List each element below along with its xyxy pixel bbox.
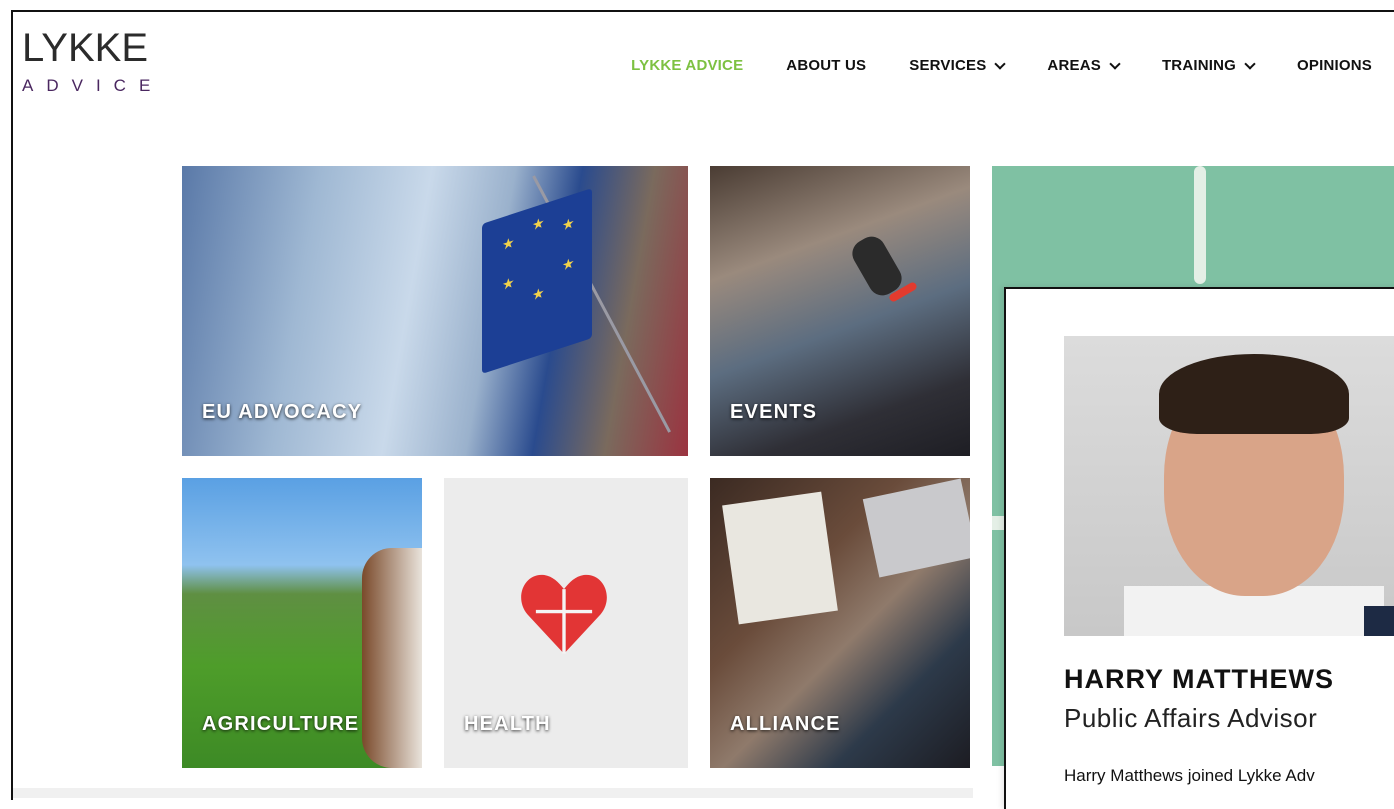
tile-events[interactable]: EVENTS [710, 166, 970, 456]
tile-label: EVENTS [730, 401, 818, 423]
nav-label: ABOUT US [786, 57, 867, 74]
tile-alliance[interactable]: ALLIANCE [710, 478, 970, 768]
nav-item-areas[interactable]: AREAS [1047, 57, 1121, 74]
document-graphic [722, 491, 838, 625]
decorative-tube [1194, 166, 1206, 284]
tile-eu-advocacy[interactable]: ★ ★ ★ ★ ★ ★ EU ADVOCACY [182, 166, 688, 456]
tile-label: HEALTH [464, 713, 551, 735]
logo-tagline: ADVICE [22, 76, 164, 95]
profile-photo-hair [1159, 354, 1349, 434]
logo[interactable]: LYKKE ADVICE [22, 28, 163, 96]
profile-photo-jacket [1364, 606, 1394, 636]
cow-graphic [362, 548, 422, 768]
laptop-graphic [862, 478, 970, 578]
frame-left-border [11, 10, 13, 800]
tile-label: EU ADVOCACY [202, 401, 363, 423]
profile-role: Public Affairs Advisor [1064, 703, 1318, 733]
profile-name: HARRY MATTHEWS [1064, 664, 1334, 694]
chevron-down-icon [994, 57, 1007, 70]
tile-agriculture[interactable]: AGRICULTURE [182, 478, 422, 768]
nav-label: OPINIONS [1297, 57, 1372, 74]
profile-bio: Harry Matthews joined Lykke Adv [1064, 766, 1315, 785]
heart-icon [521, 574, 607, 654]
tile-label: AGRICULTURE [202, 713, 360, 735]
nav-label: TRAINING [1161, 57, 1237, 74]
nav-item-lykke-advice[interactable]: LYKKE ADVICE [631, 57, 743, 74]
tile-label: ALLIANCE [730, 713, 841, 735]
tile-health[interactable]: HEALTH [444, 478, 688, 768]
chevron-down-icon [1244, 57, 1256, 70]
nav-item-opinions[interactable]: OPINIONS [1297, 57, 1372, 74]
main-nav: LYKKE ADVICE ABOUT US SERVICES AREAS TRA… [588, 57, 1372, 74]
profile-card: HARRY MATTHEWS Public Affairs Advisor Ha… [1004, 287, 1394, 809]
chevron-down-icon [1109, 57, 1121, 70]
footer-strip [13, 788, 973, 798]
nav-item-training[interactable]: TRAINING [1161, 57, 1256, 74]
profile-photo [1064, 336, 1394, 636]
logo-wordmark: LYKKE [22, 26, 148, 70]
nav-item-services[interactable]: SERVICES [909, 57, 1007, 74]
frame-top-border [11, 10, 1394, 12]
nav-label: SERVICES [909, 57, 987, 74]
nav-label: AREAS [1047, 57, 1101, 74]
eu-flag-graphic: ★ ★ ★ ★ ★ ★ [482, 188, 592, 374]
nav-label: LYKKE ADVICE [631, 57, 744, 74]
nav-item-about-us[interactable]: ABOUT US [786, 57, 866, 74]
